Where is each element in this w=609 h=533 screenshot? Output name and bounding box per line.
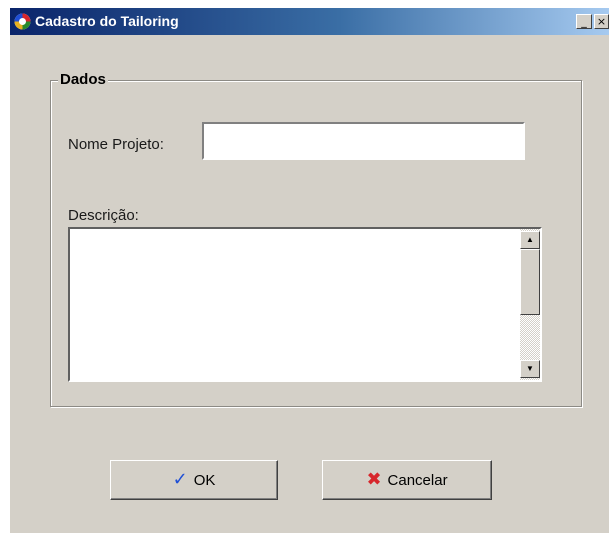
nome-projeto-input[interactable]	[202, 122, 525, 160]
dialog-body: Dados Nome Projeto: Descrição: ▲ ▼ ✓ OK …	[10, 35, 609, 533]
title-bar[interactable]: Cadastro do Tailoring _ ×	[10, 8, 609, 35]
cancel-button-label: Cancelar	[387, 471, 448, 489]
descricao-textarea[interactable]	[70, 229, 520, 380]
scroll-down-button[interactable]: ▼	[520, 360, 540, 378]
nome-projeto-label: Nome Projeto:	[68, 136, 164, 153]
dialog-window: Cadastro do Tailoring _ × Dados Nome Pro…	[0, 0, 609, 533]
app-logo-icon	[14, 13, 31, 30]
checkmark-icon: ✓	[172, 469, 188, 490]
scroll-up-button[interactable]: ▲	[520, 231, 540, 249]
ok-button[interactable]: ✓ OK	[110, 460, 278, 500]
minimize-button[interactable]: _	[576, 14, 592, 29]
window-title: Cadastro do Tailoring	[35, 13, 179, 29]
ok-button-label: OK	[193, 471, 216, 489]
arrow-down-icon: ▼	[526, 364, 534, 373]
x-icon: ✖	[366, 469, 382, 490]
arrow-up-icon: ▲	[526, 235, 534, 244]
descricao-textarea-frame: ▲ ▼	[68, 227, 542, 382]
cancel-button[interactable]: ✖ Cancelar	[322, 460, 492, 500]
dados-group-title: Dados	[58, 71, 108, 88]
close-button[interactable]: ×	[594, 14, 609, 29]
descricao-label: Descrição:	[68, 207, 139, 224]
scroll-thumb[interactable]	[520, 249, 540, 315]
descricao-scrollbar[interactable]: ▲ ▼	[520, 229, 540, 380]
